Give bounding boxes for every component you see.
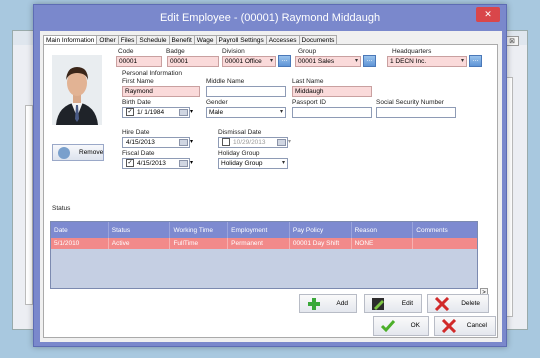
- column-header-employment[interactable]: Employment: [228, 222, 290, 238]
- column-header-status[interactable]: Status: [109, 222, 171, 238]
- status-table: Date Status Working Time Employment Pay …: [50, 221, 478, 289]
- passport-id-field[interactable]: [292, 107, 372, 118]
- division-browse-button[interactable]: ...: [278, 55, 291, 67]
- middle-name-label: Middle Name: [206, 78, 245, 85]
- status-section-label: Status: [52, 205, 71, 212]
- column-header-date[interactable]: Date: [51, 222, 109, 238]
- badge-field[interactable]: 00001: [167, 56, 219, 67]
- badge-label: Badge: [166, 48, 185, 55]
- dismissal-date-checkbox[interactable]: [222, 138, 230, 147]
- edit-label: Edit: [401, 300, 413, 307]
- last-name-label: Last Name: [292, 78, 324, 85]
- delete-label: Delete: [461, 300, 480, 307]
- headquarters-select[interactable]: 1 DECN Inc.: [387, 56, 467, 67]
- background-left-strip: [25, 105, 33, 305]
- cell-employment: Permanent: [228, 238, 290, 249]
- dismissal-date-label: Dismissal Date: [218, 129, 262, 136]
- calendar-icon: [179, 139, 188, 146]
- close-button[interactable]: ✕: [476, 7, 500, 22]
- gender-label: Gender: [206, 99, 228, 106]
- fiscal-date-value: 4/15/2013: [137, 160, 166, 167]
- cell-status: Active: [109, 238, 171, 249]
- cancel-x-icon: [441, 318, 457, 334]
- cancel-label: Cancel: [466, 322, 487, 329]
- delete-status-button[interactable]: Delete: [427, 294, 489, 313]
- middle-name-field[interactable]: [206, 86, 286, 97]
- add-status-button[interactable]: Add: [299, 294, 357, 313]
- dismissal-date-picker[interactable]: 10/29/2013 ▾: [218, 137, 291, 148]
- dialog-client: Main Information Other Files Schedule Be…: [40, 31, 502, 342]
- chevron-down-icon[interactable]: ▾: [190, 107, 200, 118]
- gender-select[interactable]: Male: [206, 107, 286, 118]
- hire-date-label: Hire Date: [122, 129, 150, 136]
- birth-date-value: 1/ 1/1984: [137, 109, 165, 116]
- cell-working-time: FullTime: [170, 238, 229, 249]
- fiscal-date-checkbox[interactable]: ✓: [126, 159, 134, 168]
- remove-photo-button[interactable]: Remove: [52, 144, 104, 161]
- remove-photo-label: Remove: [79, 149, 104, 156]
- add-label: Add: [336, 300, 348, 307]
- personal-info-label: Personal Information: [122, 70, 182, 77]
- main-information-panel: Remove Code Badge Division Group Headqua…: [43, 44, 498, 338]
- table-row[interactable]: 5/1/2010 Active FullTime Permanent 00001…: [51, 238, 477, 249]
- delete-icon: [434, 296, 450, 312]
- group-browse-button[interactable]: ...: [363, 55, 376, 67]
- plus-icon: [306, 297, 322, 311]
- column-header-pay-policy[interactable]: Pay Policy: [290, 222, 352, 238]
- code-label: Code: [118, 48, 134, 55]
- background-close-icon[interactable]: ⊠: [505, 36, 519, 46]
- hire-date-picker[interactable]: 4/15/2013 ▾: [122, 137, 193, 148]
- holiday-group-label: Holiday Group: [218, 150, 260, 157]
- remove-photo-icon: [58, 147, 70, 159]
- chevron-down-icon[interactable]: ▾: [288, 137, 298, 148]
- last-name-field[interactable]: Middaugh: [292, 86, 372, 97]
- cell-pay-policy: 00001 Day Shift: [290, 238, 352, 249]
- group-select[interactable]: 00001 Sales: [295, 56, 361, 67]
- checkmark-icon: [380, 319, 396, 333]
- first-name-label: First Name: [122, 78, 154, 85]
- cancel-button[interactable]: Cancel: [434, 316, 496, 336]
- calendar-icon: [179, 109, 188, 116]
- ssn-field[interactable]: [376, 107, 456, 118]
- first-name-field[interactable]: Raymond: [122, 86, 200, 97]
- chevron-down-icon[interactable]: ▾: [190, 137, 200, 148]
- fiscal-date-label: Fiscal Date: [122, 150, 155, 157]
- column-header-reason[interactable]: Reason: [352, 222, 414, 238]
- birth-date-checkbox[interactable]: ✓: [126, 108, 134, 117]
- status-table-header: Date Status Working Time Employment Pay …: [51, 222, 477, 238]
- chevron-down-icon[interactable]: ▾: [190, 158, 200, 169]
- edit-status-button[interactable]: Edit: [364, 294, 422, 313]
- hire-date-value: 4/15/2013: [126, 139, 155, 146]
- column-header-comments[interactable]: Comments: [413, 222, 477, 238]
- dialog-title: Edit Employee - (00001) Raymond Middaugh: [159, 12, 381, 24]
- code-field[interactable]: 00001: [116, 56, 162, 67]
- headquarters-label: Headquarters: [392, 48, 432, 55]
- calendar-icon: [277, 139, 286, 146]
- ok-label: OK: [410, 322, 420, 329]
- edit-icon: [371, 297, 387, 311]
- fiscal-date-picker[interactable]: ✓ 4/15/2013 ▾: [122, 158, 193, 169]
- employee-photo: [52, 55, 102, 125]
- cell-date: 5/1/2010: [51, 238, 109, 249]
- holiday-group-select[interactable]: Holiday Group: [218, 158, 288, 169]
- division-label: Division: [222, 48, 245, 55]
- division-select[interactable]: 00001 Office: [222, 56, 276, 67]
- edit-employee-dialog: Edit Employee - (00001) Raymond Middaugh…: [33, 4, 507, 347]
- birth-date-picker[interactable]: ✓ 1/ 1/1984 ▾: [122, 107, 193, 118]
- group-label: Group: [298, 48, 317, 55]
- dismissal-date-value: 10/29/2013: [233, 139, 266, 146]
- cell-reason: NONE: [352, 238, 414, 249]
- ok-button[interactable]: OK: [373, 316, 429, 336]
- column-header-working-time[interactable]: Working Time: [170, 222, 229, 238]
- cell-comments: [413, 238, 477, 249]
- passport-id-label: Passport ID: [292, 99, 326, 106]
- birth-date-label: Birth Date: [122, 99, 151, 106]
- dialog-titlebar: Edit Employee - (00001) Raymond Middaugh…: [34, 5, 506, 31]
- headquarters-browse-button[interactable]: ...: [469, 55, 482, 67]
- calendar-icon: [179, 160, 188, 167]
- ssn-label: Social Security Number: [376, 99, 444, 106]
